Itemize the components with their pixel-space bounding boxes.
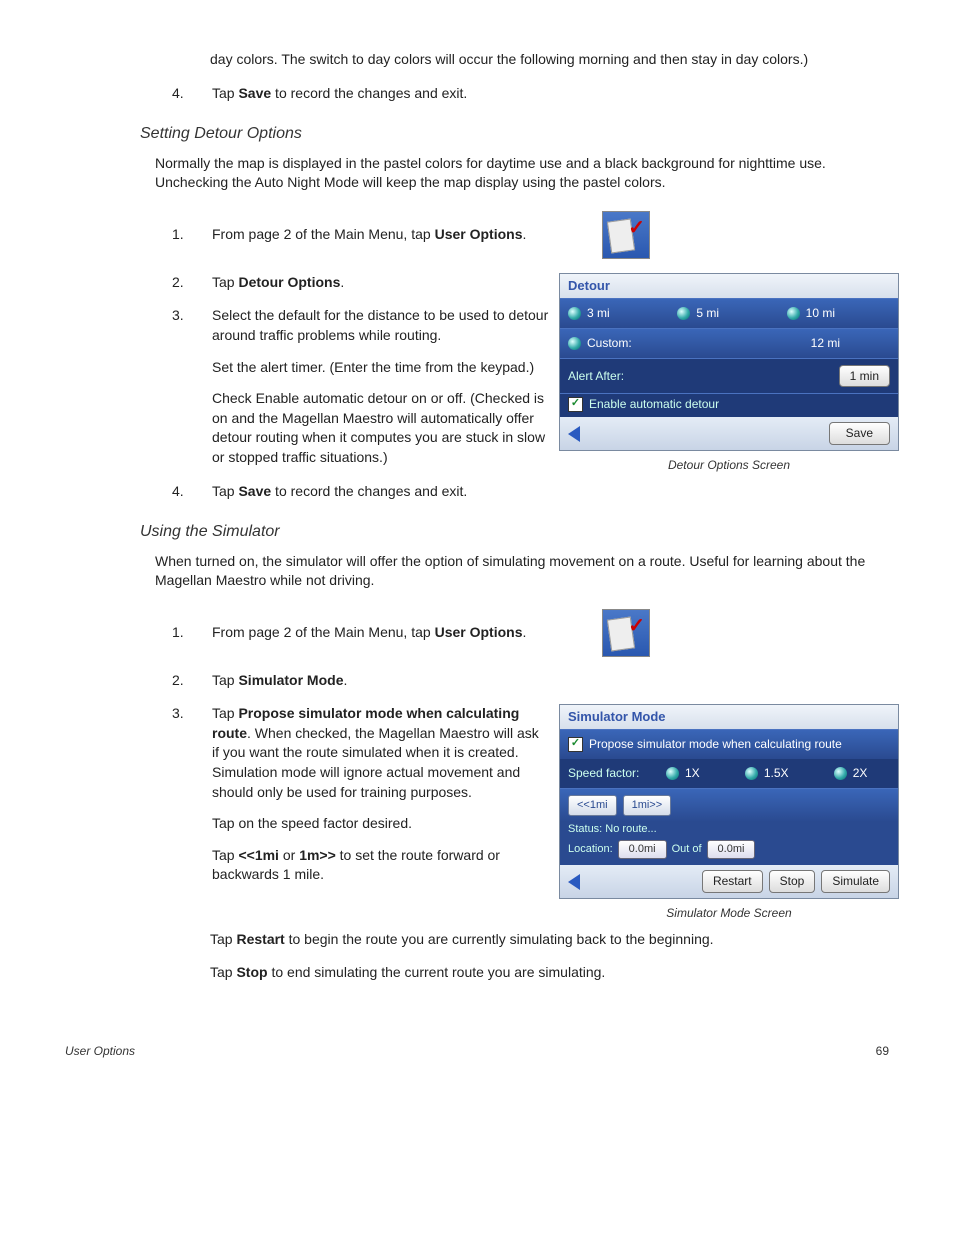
alert-label: Alert After: [568,368,624,385]
alert-value-button[interactable]: 1 min [839,365,890,388]
step-number: 4. [172,84,212,104]
speed-2x[interactable]: 2X [834,765,868,782]
detour-step-4: 4. Tap Save to record the changes and ex… [55,482,899,502]
screen-title: Simulator Mode [560,705,898,729]
step-number: 4. [172,482,212,502]
back-button[interactable] [568,874,580,890]
step-number: 1. [172,623,212,643]
propose-label: Propose simulator mode when calculating … [589,736,842,753]
propose-checkbox[interactable]: ✓ [568,737,583,752]
restart-button[interactable]: Restart [702,870,763,893]
screen-title: Detour [560,274,898,298]
heading-simulator: Using the Simulator [140,521,899,543]
detour-step-2: 2. Tap Detour Options. [55,273,559,293]
footer-section: User Options [65,1043,135,1060]
user-options-icon [602,211,650,259]
sim-step-2: 2. Tap Simulator Mode. [55,671,899,691]
prev-continuation: day colors. The switch to day colors wil… [210,50,899,70]
step-number: 1. [172,225,212,245]
step-number: 3. [172,704,212,885]
simulator-screenshot: Simulator Mode ✓ Propose simulator mode … [559,704,899,922]
radio-5mi[interactable]: 5 mi [677,305,780,322]
custom-value[interactable]: 12 mi [811,335,840,352]
status-text: Status: No route... [560,822,898,839]
speed-1x[interactable]: 1X [666,765,700,782]
stop-button[interactable]: Stop [769,870,816,893]
sim-step-1: 1. From page 2 of the Main Menu, tap Use… [55,609,899,657]
location-b: 0.0mi [707,840,756,859]
prev-step-4: 4. Tap Save to record the changes and ex… [55,84,899,104]
simulator-caption: Simulator Mode Screen [559,905,899,922]
user-options-icon [602,609,650,657]
sim-step-3e: Tap Stop to end simulating the current r… [210,963,899,983]
simulate-button[interactable]: Simulate [821,870,890,893]
heading-detour: Setting Detour Options [140,123,899,145]
speed-1-5x[interactable]: 1.5X [745,765,789,782]
back-button[interactable] [568,426,580,442]
detour-step-1: 1. From page 2 of the Main Menu, tap Use… [55,211,899,259]
step-number: 3. [172,306,212,467]
detour-screenshot: Detour 3 mi 5 mi 10 mi Custom: 12 mi Ale… [559,273,899,474]
radio-3mi[interactable]: 3 mi [568,305,671,322]
radio-custom[interactable]: Custom: [568,335,805,352]
sim-step-3d: Tap Restart to begin the route you are c… [210,930,899,950]
location-a: 0.0mi [618,840,667,859]
step-number: 2. [172,671,212,691]
enable-auto-detour-label: Enable automatic detour [589,396,719,413]
fwd-1mi-button[interactable]: 1mi>> [623,795,672,816]
detour-step-3: 3. Select the default for the distance t… [55,306,559,467]
page-footer: User Options 69 [55,1043,899,1060]
radio-10mi[interactable]: 10 mi [787,305,890,322]
location-mid: Out of [672,842,702,857]
intro-simulator: When turned on, the simulator will offer… [155,552,889,591]
speed-label: Speed factor: [568,765,639,782]
location-label: Location: [568,842,613,857]
save-button[interactable]: Save [829,422,890,445]
detour-caption: Detour Options Screen [559,457,899,474]
sim-step-3: 3. Tap Propose simulator mode when calcu… [55,704,559,885]
step-number: 2. [172,273,212,293]
footer-page-number: 69 [876,1043,889,1060]
enable-auto-detour-checkbox[interactable]: ✓ [568,397,583,412]
back-1mi-button[interactable]: <<1mi [568,795,617,816]
intro-detour: Normally the map is displayed in the pas… [155,154,889,193]
